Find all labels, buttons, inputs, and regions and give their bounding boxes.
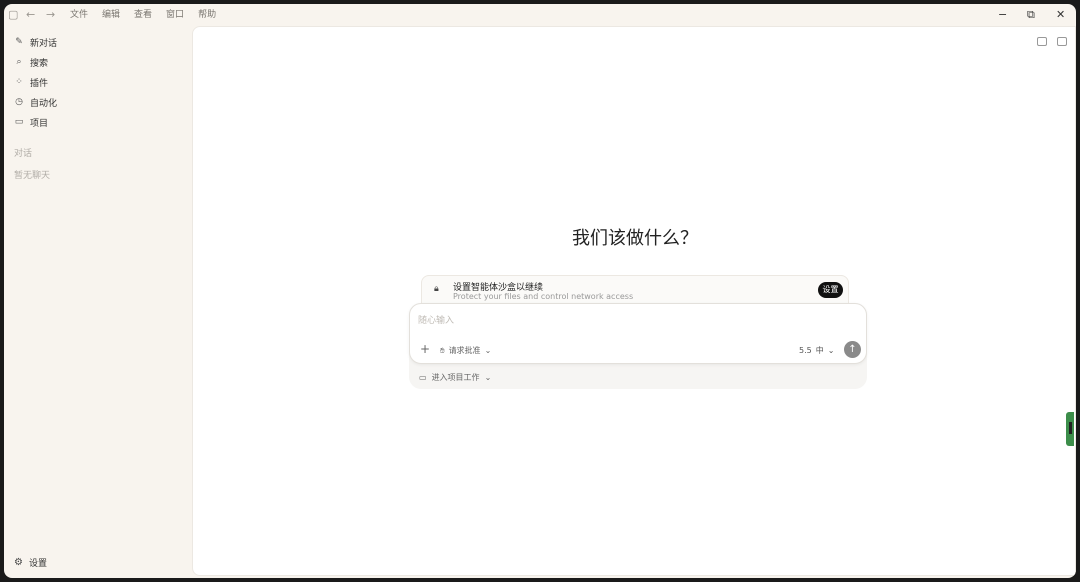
sidebar: ✎ 新对话 ⌕ 搜索 ⁘ 插件 ◷ 自动化 ▭ 项目 对话 暂无聊天 ⚙ 设置 <box>4 26 192 578</box>
sandbox-setup-card: 🔒︎ 设置智能体沙盒以继续 Protect your files and con… <box>421 275 849 305</box>
menu-edit[interactable]: 编辑 <box>102 8 120 22</box>
settings-button[interactable]: ⚙ 设置 <box>14 556 47 569</box>
clock-icon: ◷ <box>15 97 23 107</box>
sidebar-item-automation[interactable]: ◷ 自动化 <box>14 94 57 110</box>
edit-icon: ✎ <box>15 37 23 47</box>
title-bar: ▢ ← → 文件 编辑 查看 窗口 帮助 − ⧉ ✕ <box>4 4 1076 26</box>
sidebar-item-plugins[interactable]: ⁘ 插件 <box>14 74 48 90</box>
page-title: 我们该做什么？ <box>572 228 698 249</box>
sidebar-item-projects[interactable]: ▭ 项目 <box>14 114 48 130</box>
gear-icon: ⚙ <box>14 557 23 568</box>
search-icon: ⌕ <box>16 57 22 67</box>
settings-label: 设置 <box>28 559 47 569</box>
approval-mode-selector[interactable]: ✋︎ 请求批准 ⌄ <box>440 345 491 356</box>
grid-icon: ⁘ <box>15 77 23 87</box>
edge-drag-handle[interactable] <box>1066 412 1074 446</box>
send-button[interactable]: ↑ <box>844 341 861 358</box>
model-selector[interactable]: 5.5 中 ⌄ <box>799 345 834 356</box>
sidebar-item-new-chat[interactable]: ✎ 新对话 <box>14 34 57 50</box>
sidebar-item-search[interactable]: ⌕ 搜索 <box>14 54 48 70</box>
menu-help[interactable]: 帮助 <box>198 8 216 22</box>
app-window: ▢ ← → 文件 编辑 查看 窗口 帮助 − ⧉ ✕ ✎ 新对话 ⌕ 搜索 ⁘ … <box>4 4 1076 578</box>
menu-bar: 文件 编辑 查看 窗口 帮助 <box>70 8 216 22</box>
forward-arrow-icon[interactable]: → <box>46 7 55 23</box>
sidebar-toggle-icon[interactable]: ▢ <box>8 7 18 23</box>
composer: 随心输入 + ✋︎ 请求批准 ⌄ 5.5 中 ⌄ ↑ <box>409 303 867 364</box>
main-panel: 我们该做什么？ ▭ 进入项目工作 ⌄ 🔒︎ 设置智能体沙盒以继续 Protect… <box>192 26 1076 576</box>
sidebar-item-label: 搜索 <box>30 58 49 69</box>
sandbox-subtitle: Protect your files and control network a… <box>453 292 634 301</box>
menu-file[interactable]: 文件 <box>70 8 88 22</box>
top-right-tools <box>1037 37 1067 46</box>
sidebar-item-label: 插件 <box>30 78 49 89</box>
folder-icon: ▭ <box>14 117 24 127</box>
conversations-section-label: 对话 <box>14 149 33 159</box>
terminal-icon[interactable] <box>1037 37 1047 46</box>
restore-icon[interactable]: ⧉ <box>1027 6 1035 24</box>
chevron-down-icon: ⌄ <box>827 346 835 355</box>
sidebar-item-label: 项目 <box>30 118 49 129</box>
approval-label: 请求批准 <box>448 346 481 355</box>
add-attachment-icon[interactable]: + <box>420 343 430 355</box>
minimize-icon[interactable]: − <box>998 6 1007 24</box>
chevron-down-icon: ⌄ <box>484 346 492 355</box>
lock-icon: 🔒︎ <box>434 284 439 294</box>
sidebar-item-label: 自动化 <box>30 98 58 109</box>
hand-icon: ✋︎ <box>440 345 445 355</box>
menu-view[interactable]: 查看 <box>134 8 152 22</box>
project-label: 进入项目工作 <box>431 373 480 382</box>
sandbox-setup-button[interactable]: 设置 <box>818 282 843 298</box>
menu-window[interactable]: 窗口 <box>166 8 184 22</box>
panel-toggle-icon[interactable] <box>1057 37 1067 46</box>
model-version: 5.5 <box>799 346 812 355</box>
empty-chats-text: 暂无聊天 <box>14 171 51 181</box>
folder-icon: ▭ <box>419 373 427 382</box>
project-selector[interactable]: ▭ 进入项目工作 ⌄ <box>419 372 491 383</box>
back-arrow-icon[interactable]: ← <box>26 7 35 23</box>
effort-level: 中 <box>815 346 824 355</box>
sidebar-item-label: 新对话 <box>30 38 58 49</box>
chevron-down-icon: ⌄ <box>484 373 492 382</box>
message-input[interactable]: 随心输入 <box>418 313 454 326</box>
close-icon[interactable]: ✕ <box>1056 6 1065 24</box>
